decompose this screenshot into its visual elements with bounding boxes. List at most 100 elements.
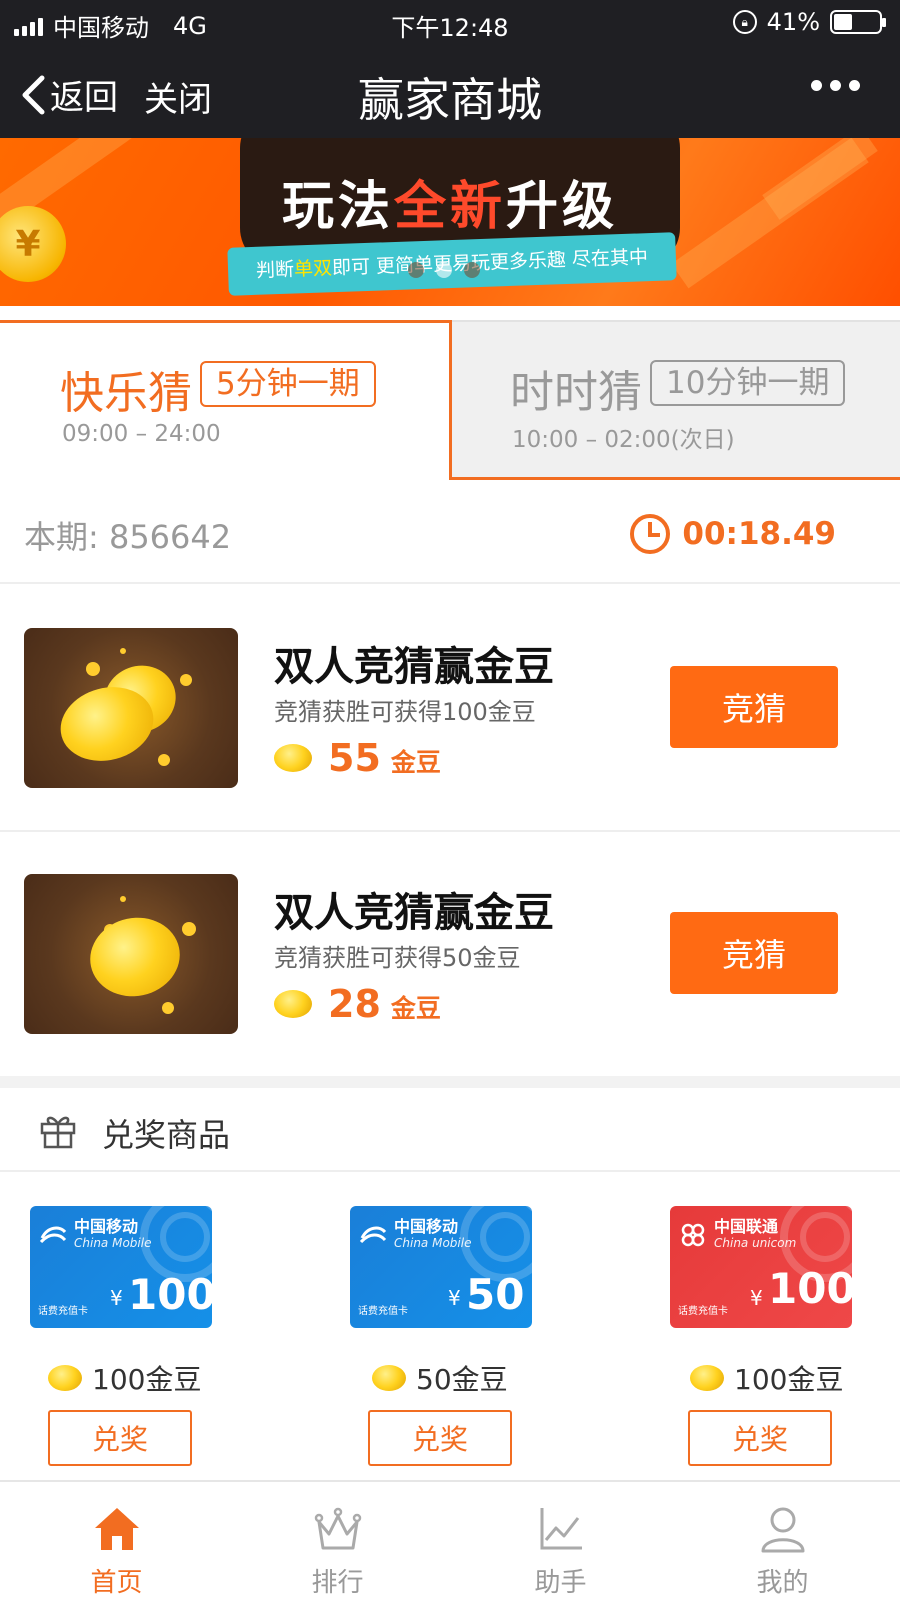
bean-icon <box>48 1365 82 1391</box>
china-unicom-logo-icon <box>681 1223 705 1247</box>
bean-icon <box>690 1365 724 1391</box>
countdown-timer: 00:18.49 <box>630 514 836 554</box>
game-title: 双人竞猜赢金豆 <box>274 644 554 690</box>
card-brand: 中国移动 <box>74 1217 139 1236</box>
card-brand: 中国移动 <box>394 1217 459 1236</box>
card-type: 话费充值卡 <box>358 1306 408 1317</box>
coin-icon: ¥ <box>0 206 66 282</box>
chart-icon <box>540 1508 582 1550</box>
card-yen: ¥ <box>448 1286 461 1310</box>
card-amount: 100 <box>128 1270 212 1319</box>
rotation-lock-icon: 🔒︎ <box>732 10 757 34</box>
prize-section-header: 兑奖商品 <box>0 1088 900 1172</box>
gold-bean-image <box>24 874 238 1034</box>
game-desc: 竞猜获胜可获得50金豆 <box>274 944 521 972</box>
gift-icon <box>40 1116 76 1149</box>
prize-cost-label: 100金豆 <box>734 1363 844 1396</box>
prize-cost: 100金豆 <box>690 1358 843 1398</box>
tabbar-label: 首页 <box>90 1568 143 1598</box>
redeem-button[interactable]: 兑奖 <box>688 1410 832 1466</box>
cost-value: 28 <box>328 982 381 1026</box>
prize-cost: 50金豆 <box>372 1358 508 1398</box>
tabbar-label: 助手 <box>534 1568 587 1598</box>
pagination-dot[interactable] <box>408 262 424 278</box>
tabbar-label: 排行 <box>311 1568 364 1598</box>
bean-icon <box>274 744 312 772</box>
period-row: 本期: 856642 00:18.49 <box>0 484 900 584</box>
cost-unit: 金豆 <box>390 748 441 777</box>
guess-button[interactable]: 竞猜 <box>670 666 838 748</box>
back-button[interactable]: 返回 <box>20 70 118 119</box>
banner-headline: 玩法全新升级 <box>281 177 619 237</box>
cost-unit: 金豆 <box>390 994 441 1023</box>
page-title: 赢家商城 <box>358 73 542 127</box>
nav-bar: 返回 关闭 赢家商城 <box>0 44 900 138</box>
game-cost: 55 金豆 <box>274 736 441 780</box>
countdown-value: 00:18.49 <box>682 516 836 552</box>
prize-cost-label: 50金豆 <box>416 1363 508 1396</box>
prize-cost: 100金豆 <box>48 1358 201 1398</box>
banner-pagination <box>408 262 480 278</box>
redeem-button[interactable]: 兑奖 <box>48 1410 192 1466</box>
battery-percent: 41% <box>766 8 820 36</box>
tabbar-ranking[interactable]: 排行 <box>225 1482 450 1602</box>
card-brand-en: China Mobile <box>394 1236 472 1250</box>
back-label: 返回 <box>50 78 118 118</box>
tabbar-home[interactable]: 首页 <box>4 1482 229 1602</box>
prize-card-mobile-50[interactable]: 中国移动 China Mobile 话费充值卡 ¥ 50 <box>350 1206 532 1328</box>
prize-cost-label: 100金豆 <box>92 1363 202 1396</box>
bottom-tab-bar: 首页 排行 助手 我的 <box>0 1480 900 1600</box>
guess-button[interactable]: 竞猜 <box>670 912 838 994</box>
user-icon <box>761 1507 805 1553</box>
cost-value: 55 <box>328 736 381 780</box>
tabbar-me[interactable]: 我的 <box>670 1482 895 1602</box>
card-amount: 50 <box>466 1270 525 1319</box>
game-row: 双人竞猜赢金豆 竞猜获胜可获得100金豆 55 金豆 竞猜 <box>0 586 900 832</box>
tabbar-label: 我的 <box>756 1568 809 1598</box>
clock-icon <box>630 514 671 554</box>
china-mobile-logo-icon <box>359 1226 387 1244</box>
pagination-dot-active[interactable] <box>436 262 452 278</box>
tab-badge: 5分钟一期 <box>200 361 376 407</box>
game-cost: 28 金豆 <box>274 982 441 1026</box>
prize-card-unicom-100[interactable]: 中国联通 China unicom 话费充值卡 ¥ 100 <box>670 1206 852 1328</box>
tab-hours: 09:00 – 24:00 <box>62 421 221 447</box>
tab-kuaile[interactable]: 快乐猜 5分钟一期 09:00 – 24:00 <box>0 320 452 480</box>
card-brand: 中国联通 <box>714 1217 779 1236</box>
tab-badge: 10分钟一期 <box>650 360 846 406</box>
battery-fill <box>834 14 853 30</box>
prize-heading: 兑奖商品 <box>102 1116 231 1154</box>
china-mobile-logo-icon <box>39 1226 67 1244</box>
crown-icon <box>314 1507 362 1550</box>
home-icon <box>95 1508 139 1550</box>
battery-icon <box>830 10 886 34</box>
pagination-dot[interactable] <box>464 262 480 278</box>
card-yen: ¥ <box>750 1286 763 1310</box>
card-yen: ¥ <box>110 1286 123 1310</box>
redeem-button[interactable]: 兑奖 <box>368 1410 512 1466</box>
bean-icon <box>372 1365 406 1391</box>
tab-name: 时时猜 <box>510 367 642 418</box>
game-desc: 竞猜获胜可获得100金豆 <box>274 698 536 726</box>
game-row: 双人竞猜赢金豆 竞猜获胜可获得50金豆 28 金豆 竞猜 <box>0 832 900 1078</box>
bean-icon <box>274 990 312 1018</box>
status-bar: 中国移动 4G 下午12:48 🔒︎ 41% <box>0 0 900 44</box>
more-icon[interactable] <box>811 80 860 91</box>
close-button[interactable]: 关闭 <box>144 72 212 121</box>
card-brand-en: China Mobile <box>74 1236 152 1250</box>
chevron-left-icon <box>22 75 45 114</box>
tab-shishi[interactable]: 时时猜 10分钟一期 10:00 – 02:00(次日) <box>452 320 900 480</box>
tab-name: 快乐猜 <box>60 368 192 419</box>
tabbar-assistant[interactable]: 助手 <box>448 1482 673 1602</box>
section-divider <box>0 1076 900 1088</box>
tab-hours: 10:00 – 02:00(次日) <box>512 427 735 453</box>
promo-banner[interactable]: ¥ 玩法全新升级 判断单双即可 更简单更易玩更多乐趣 尽在其中 <box>0 138 900 306</box>
gold-beans-image <box>24 628 238 788</box>
card-type: 话费充值卡 <box>678 1306 728 1317</box>
card-type: 话费充值卡 <box>38 1306 88 1317</box>
prize-card-mobile-100[interactable]: 中国移动 China Mobile 话费充值卡 ¥ 100 <box>30 1206 212 1328</box>
card-amount: 100 <box>768 1264 852 1313</box>
card-brand-en: China unicom <box>714 1236 797 1250</box>
game-title: 双人竞猜赢金豆 <box>274 890 554 936</box>
period-number: 本期: 856642 <box>24 518 232 556</box>
